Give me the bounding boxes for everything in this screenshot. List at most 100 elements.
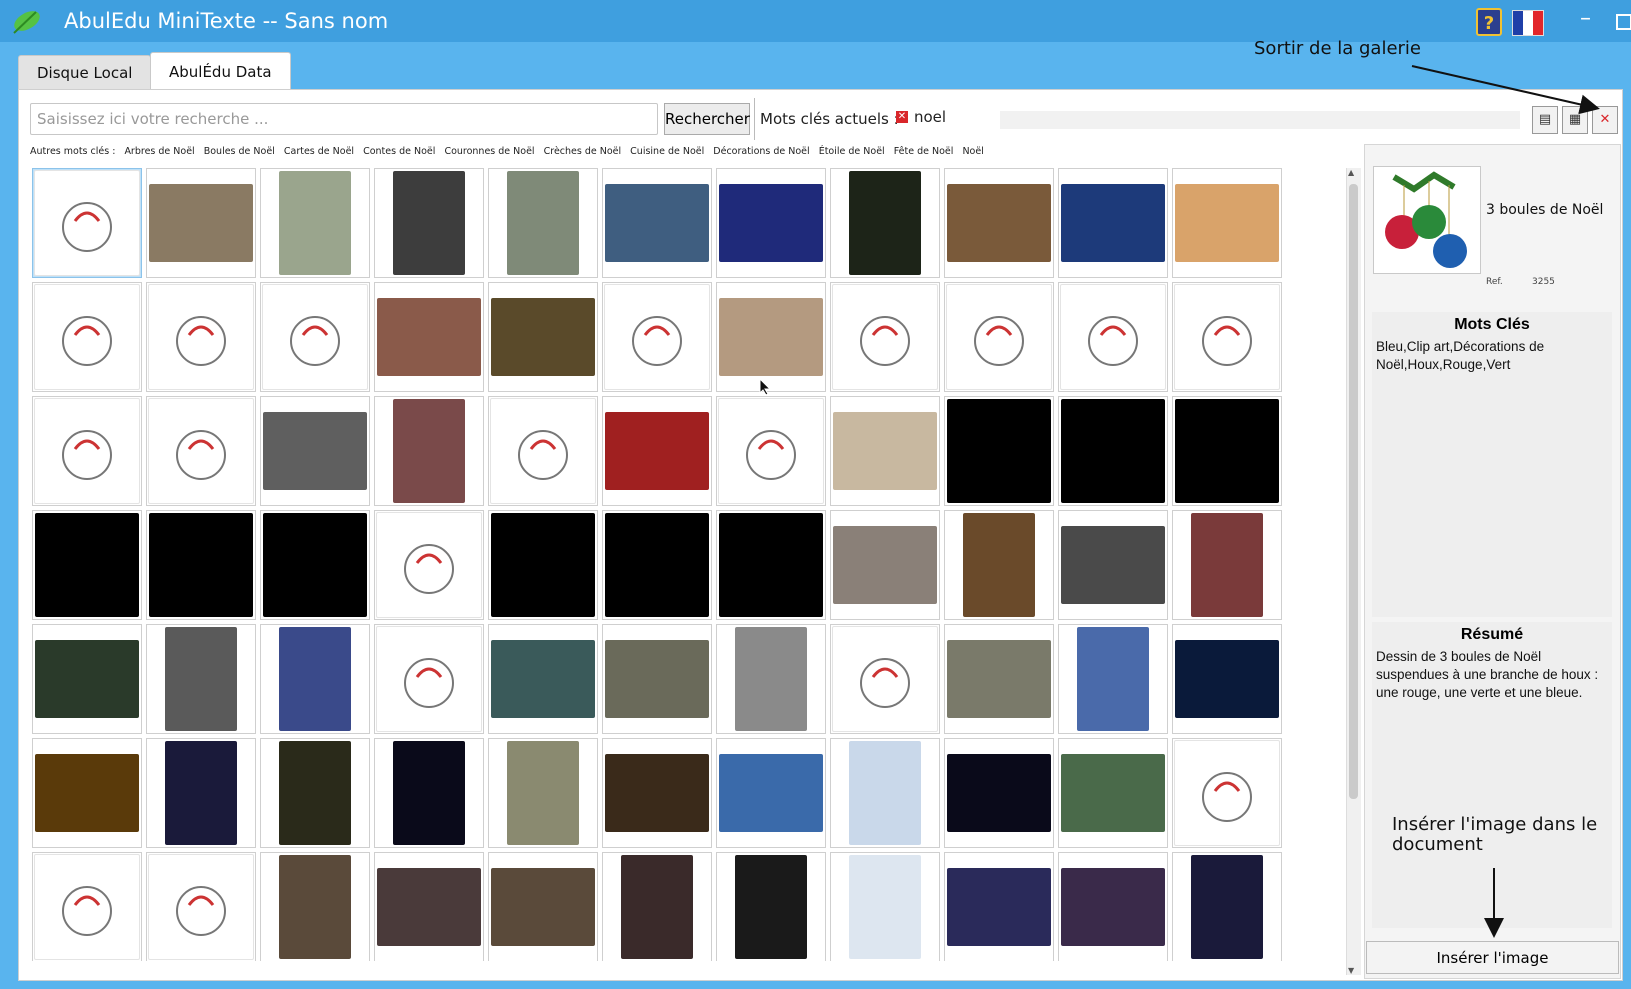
image-thumbnail[interactable] xyxy=(32,510,142,620)
tab-abuledu-data[interactable]: AbulÉdu Data xyxy=(150,52,291,91)
image-thumbnail[interactable] xyxy=(602,624,712,734)
scroll-down-icon[interactable]: ▼ xyxy=(1348,966,1354,975)
image-thumbnail[interactable] xyxy=(944,510,1054,620)
image-thumbnail[interactable] xyxy=(944,168,1054,278)
image-thumbnail[interactable] xyxy=(32,282,142,392)
image-thumbnail[interactable] xyxy=(146,168,256,278)
image-thumbnail[interactable] xyxy=(1058,168,1168,278)
image-thumbnail[interactable] xyxy=(32,168,142,278)
image-thumbnail[interactable] xyxy=(1172,738,1282,848)
image-thumbnail[interactable] xyxy=(602,168,712,278)
maximize-icon[interactable] xyxy=(1616,14,1631,30)
image-thumbnail[interactable] xyxy=(488,282,598,392)
image-thumbnail[interactable] xyxy=(830,510,940,620)
image-thumbnail[interactable] xyxy=(602,396,712,506)
image-thumbnail[interactable] xyxy=(830,738,940,848)
image-thumbnail[interactable] xyxy=(260,282,370,392)
image-thumbnail[interactable] xyxy=(146,510,256,620)
image-thumbnail[interactable] xyxy=(146,396,256,506)
image-thumbnail[interactable] xyxy=(374,396,484,506)
image-thumbnail[interactable] xyxy=(260,852,370,961)
keyword-link[interactable]: Cuisine de Noël xyxy=(630,146,704,157)
image-thumbnail[interactable] xyxy=(32,624,142,734)
image-thumbnail[interactable] xyxy=(1058,282,1168,392)
image-thumbnail[interactable] xyxy=(1172,852,1282,961)
keyword-link[interactable]: Couronnes de Noël xyxy=(444,146,534,157)
scroll-up-icon[interactable]: ▲ xyxy=(1348,168,1354,177)
minimize-icon[interactable]: – xyxy=(1580,6,1591,31)
image-thumbnail[interactable] xyxy=(716,510,826,620)
image-thumbnail[interactable] xyxy=(32,738,142,848)
image-thumbnail[interactable] xyxy=(944,624,1054,734)
image-thumbnail[interactable] xyxy=(830,852,940,961)
keyword-link[interactable]: Fête de Noël xyxy=(894,146,954,157)
remove-keyword-icon[interactable]: ✕ xyxy=(896,111,908,123)
image-thumbnail[interactable] xyxy=(1172,168,1282,278)
insert-image-button[interactable]: Insérer l'image xyxy=(1366,941,1619,974)
image-thumbnail[interactable] xyxy=(260,396,370,506)
image-thumbnail[interactable] xyxy=(146,852,256,961)
image-thumbnail[interactable] xyxy=(488,738,598,848)
image-thumbnail[interactable] xyxy=(1172,282,1282,392)
image-thumbnail[interactable] xyxy=(260,510,370,620)
keyword-link[interactable]: Contes de Noël xyxy=(363,146,435,157)
image-thumbnail[interactable] xyxy=(716,852,826,961)
image-thumbnail[interactable] xyxy=(1172,396,1282,506)
keyword-link[interactable]: Boules de Noël xyxy=(204,146,275,157)
image-thumbnail[interactable] xyxy=(374,282,484,392)
keyword-link[interactable]: Arbres de Noël xyxy=(124,146,194,157)
image-thumbnail[interactable] xyxy=(602,510,712,620)
image-thumbnail[interactable] xyxy=(374,168,484,278)
tab-disque-local[interactable]: Disque Local xyxy=(18,55,152,90)
image-thumbnail[interactable] xyxy=(1172,624,1282,734)
image-thumbnail[interactable] xyxy=(374,852,484,961)
image-thumbnail[interactable] xyxy=(146,738,256,848)
image-thumbnail[interactable] xyxy=(260,624,370,734)
image-thumbnail[interactable] xyxy=(488,396,598,506)
close-gallery-icon[interactable]: ✕ xyxy=(1592,106,1618,134)
image-thumbnail[interactable] xyxy=(944,738,1054,848)
image-thumbnail[interactable] xyxy=(1058,396,1168,506)
image-thumbnail[interactable] xyxy=(260,168,370,278)
image-thumbnail[interactable] xyxy=(488,852,598,961)
image-thumbnail[interactable] xyxy=(488,168,598,278)
image-thumbnail[interactable] xyxy=(32,852,142,961)
list-view-icon[interactable]: ▤ xyxy=(1532,106,1558,134)
image-thumbnail[interactable] xyxy=(716,396,826,506)
image-thumbnail[interactable] xyxy=(602,852,712,961)
image-thumbnail[interactable] xyxy=(146,282,256,392)
image-thumbnail[interactable] xyxy=(830,396,940,506)
french-flag-icon[interactable] xyxy=(1512,10,1544,36)
search-input[interactable] xyxy=(30,103,658,135)
image-thumbnail[interactable] xyxy=(944,852,1054,961)
image-thumbnail[interactable] xyxy=(830,282,940,392)
grid-scrollbar[interactable]: ▲ ▼ xyxy=(1346,168,1361,975)
image-thumbnail[interactable] xyxy=(1172,510,1282,620)
image-thumbnail[interactable] xyxy=(1058,510,1168,620)
image-thumbnail[interactable] xyxy=(1058,738,1168,848)
scroll-thumb[interactable] xyxy=(1349,184,1358,799)
image-thumbnail[interactable] xyxy=(374,510,484,620)
image-thumbnail[interactable] xyxy=(944,396,1054,506)
image-thumbnail[interactable] xyxy=(944,282,1054,392)
image-thumbnail[interactable] xyxy=(830,624,940,734)
image-thumbnail[interactable] xyxy=(146,624,256,734)
image-thumbnail[interactable] xyxy=(374,624,484,734)
keyword-link[interactable]: Crèches de Noël xyxy=(544,146,622,157)
help-icon[interactable]: ? xyxy=(1476,8,1502,36)
image-thumbnail[interactable] xyxy=(716,168,826,278)
image-thumbnail[interactable] xyxy=(1058,852,1168,961)
keyword-link[interactable]: Décorations de Noël xyxy=(713,146,809,157)
image-thumbnail[interactable] xyxy=(488,510,598,620)
image-thumbnail[interactable] xyxy=(716,738,826,848)
image-thumbnail[interactable] xyxy=(488,624,598,734)
grid-view-icon[interactable]: ▦ xyxy=(1562,106,1588,134)
image-thumbnail[interactable] xyxy=(1058,624,1168,734)
keyword-link[interactable]: Cartes de Noël xyxy=(284,146,354,157)
image-thumbnail[interactable] xyxy=(830,168,940,278)
keyword-link[interactable]: Étoile de Noël xyxy=(819,146,885,157)
image-thumbnail[interactable] xyxy=(260,738,370,848)
image-thumbnail[interactable] xyxy=(602,282,712,392)
image-thumbnail[interactable] xyxy=(716,624,826,734)
image-thumbnail[interactable] xyxy=(602,738,712,848)
